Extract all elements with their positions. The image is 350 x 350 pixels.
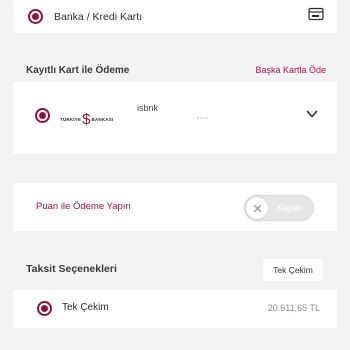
points-toggle[interactable]: Kapalı	[244, 195, 314, 221]
chevron-down-icon[interactable]	[306, 109, 318, 119]
close-icon	[253, 204, 261, 212]
payment-method-row[interactable]: Banka / Kredi Kartı	[13, 0, 337, 33]
installment-amount: 20.611,65 TL	[267, 303, 320, 313]
installment-radio[interactable]	[37, 301, 52, 316]
bank-name-left: TÜRKİYE	[60, 116, 82, 122]
bank-logo-mark: $	[82, 110, 91, 128]
saved-cards-title: Kayıtlı Kart ile Ödeme	[26, 65, 130, 76]
payment-method-label: Banka / Kredi Kartı	[54, 10, 143, 23]
installment-badge: Tek Çekim	[263, 259, 323, 281]
points-payment-row: Puan ile Ödeme Yapın Kapalı	[13, 183, 337, 231]
saved-card-radio[interactable]	[35, 108, 50, 123]
saved-cards-header: Kayıtlı Kart ile Ödeme Başka Kartla Öde	[26, 65, 326, 76]
payment-method-radio[interactable]	[28, 9, 43, 24]
masked-card-number: ****	[197, 117, 209, 123]
bank-name-right: BANKASI	[91, 116, 114, 122]
saved-card-selector[interactable]: TÜRKİYE $ BANKASI isbnk ****	[13, 82, 337, 154]
toggle-state-label: Kapalı	[277, 203, 303, 213]
toggle-knob	[246, 197, 268, 219]
bank-logo: TÜRKİYE $ BANKASI	[60, 110, 114, 128]
installments-title: Taksit Seçenekleri	[26, 263, 117, 275]
card-icon	[308, 7, 324, 20]
other-card-link[interactable]: Başka Kartla Öde	[255, 65, 326, 76]
installment-option-label: Tek Çekim	[62, 302, 109, 313]
points-payment-label: Puan ile Ödeme Yapın	[36, 201, 131, 212]
installment-option[interactable]: Tek Çekim 20.611,65 TL	[13, 290, 337, 328]
card-name: isbnk	[137, 103, 159, 113]
